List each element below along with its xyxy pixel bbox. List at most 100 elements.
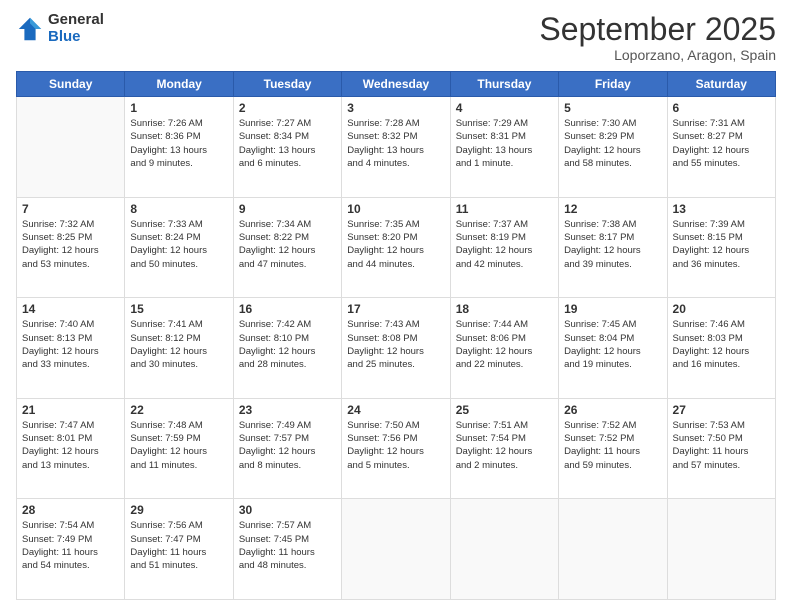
- day-number: 7: [22, 202, 119, 216]
- calendar-cell: 29 Sunrise: 7:56 AMSunset: 7:47 PMDayligh…: [125, 499, 233, 600]
- calendar-cell: 24 Sunrise: 7:50 AMSunset: 7:56 PMDayligh…: [342, 398, 450, 499]
- day-info: Sunrise: 7:45 AMSunset: 8:04 PMDaylight:…: [564, 318, 661, 371]
- day-info: Sunrise: 7:54 AMSunset: 7:49 PMDaylight:…: [22, 519, 119, 572]
- weekday-header-saturday: Saturday: [667, 72, 775, 97]
- weekday-header-wednesday: Wednesday: [342, 72, 450, 97]
- calendar-cell: [450, 499, 558, 600]
- calendar-cell: 12 Sunrise: 7:38 AMSunset: 8:17 PMDayligh…: [559, 197, 667, 298]
- day-info: Sunrise: 7:49 AMSunset: 7:57 PMDaylight:…: [239, 419, 336, 472]
- calendar-cell: 26Sunrise: 7:52 AMSunset: 7:52 PMDayligh…: [559, 398, 667, 499]
- day-info: Sunrise: 7:32 AMSunset: 8:25 PMDaylight:…: [22, 218, 119, 271]
- calendar-cell: 5 Sunrise: 7:30 AMSunset: 8:29 PMDaylight…: [559, 97, 667, 198]
- calendar-cell: 13 Sunrise: 7:39 AMSunset: 8:15 PMDayligh…: [667, 197, 775, 298]
- calendar-cell: 28 Sunrise: 7:54 AMSunset: 7:49 PMDayligh…: [17, 499, 125, 600]
- day-info: Sunrise: 7:52 AMSunset: 7:52 PMDaylight:…: [564, 419, 661, 472]
- day-number: 14: [22, 302, 119, 316]
- day-number: 29: [130, 503, 227, 517]
- day-number: 12: [564, 202, 661, 216]
- calendar-cell: 4 Sunrise: 7:29 AMSunset: 8:31 PMDaylight…: [450, 97, 558, 198]
- calendar-cell: 17Sunrise: 7:43 AMSunset: 8:08 PMDayligh…: [342, 298, 450, 399]
- calendar-cell: 27Sunrise: 7:53 AMSunset: 7:50 PMDayligh…: [667, 398, 775, 499]
- day-info: Sunrise: 7:42 AMSunset: 8:10 PMDaylight:…: [239, 318, 336, 371]
- day-info: Sunrise: 7:34 AMSunset: 8:22 PMDaylight:…: [239, 218, 336, 271]
- day-info: Sunrise: 7:27 AMSunset: 8:34 PMDaylight:…: [239, 117, 336, 170]
- weekday-header-monday: Monday: [125, 72, 233, 97]
- day-number: 13: [673, 202, 770, 216]
- day-info: Sunrise: 7:48 AMSunset: 7:59 PMDaylight:…: [130, 419, 227, 472]
- day-number: 24: [347, 403, 444, 417]
- day-number: 4: [456, 101, 553, 115]
- day-number: 2: [239, 101, 336, 115]
- calendar-cell: [667, 499, 775, 600]
- logo-icon: [16, 15, 44, 43]
- day-info: Sunrise: 7:57 AMSunset: 7:45 PMDaylight:…: [239, 519, 336, 572]
- calendar-cell: 3 Sunrise: 7:28 AMSunset: 8:32 PMDaylight…: [342, 97, 450, 198]
- calendar-cell: [342, 499, 450, 600]
- page: General Blue September 2025 Loporzano, A…: [0, 0, 792, 612]
- calendar-cell: [17, 97, 125, 198]
- day-info: Sunrise: 7:31 AMSunset: 8:27 PMDaylight:…: [673, 117, 770, 170]
- day-number: 21: [22, 403, 119, 417]
- calendar-cell: 2 Sunrise: 7:27 AMSunset: 8:34 PMDaylight…: [233, 97, 341, 198]
- day-info: Sunrise: 7:35 AMSunset: 8:20 PMDaylight:…: [347, 218, 444, 271]
- calendar-cell: 9 Sunrise: 7:34 AMSunset: 8:22 PMDaylight…: [233, 197, 341, 298]
- weekday-header-sunday: Sunday: [17, 72, 125, 97]
- calendar-cell: 16 Sunrise: 7:42 AMSunset: 8:10 PMDayligh…: [233, 298, 341, 399]
- day-number: 25: [456, 403, 553, 417]
- day-info: Sunrise: 7:47 AMSunset: 8:01 PMDaylight:…: [22, 419, 119, 472]
- calendar-week-row: 21 Sunrise: 7:47 AMSunset: 8:01 PMDayligh…: [17, 398, 776, 499]
- day-number: 3: [347, 101, 444, 115]
- calendar-cell: 25 Sunrise: 7:51 AMSunset: 7:54 PMDayligh…: [450, 398, 558, 499]
- calendar-week-row: 7 Sunrise: 7:32 AMSunset: 8:25 PMDaylight…: [17, 197, 776, 298]
- day-number: 16: [239, 302, 336, 316]
- weekday-header-thursday: Thursday: [450, 72, 558, 97]
- day-info: Sunrise: 7:53 AMSunset: 7:50 PMDaylight:…: [673, 419, 770, 472]
- day-info: Sunrise: 7:29 AMSunset: 8:31 PMDaylight:…: [456, 117, 553, 170]
- calendar-cell: 30Sunrise: 7:57 AMSunset: 7:45 PMDayligh…: [233, 499, 341, 600]
- day-info: Sunrise: 7:56 AMSunset: 7:47 PMDaylight:…: [130, 519, 227, 572]
- calendar-cell: 1 Sunrise: 7:26 AMSunset: 8:36 PMDaylight…: [125, 97, 233, 198]
- calendar-cell: 21 Sunrise: 7:47 AMSunset: 8:01 PMDayligh…: [17, 398, 125, 499]
- day-number: 1: [130, 101, 227, 115]
- calendar: SundayMondayTuesdayWednesdayThursdayFrid…: [16, 71, 776, 600]
- calendar-cell: 8 Sunrise: 7:33 AMSunset: 8:24 PMDaylight…: [125, 197, 233, 298]
- calendar-cell: 11Sunrise: 7:37 AMSunset: 8:19 PMDayligh…: [450, 197, 558, 298]
- day-info: Sunrise: 7:37 AMSunset: 8:19 PMDaylight:…: [456, 218, 553, 271]
- day-number: 17: [347, 302, 444, 316]
- logo: General Blue: [16, 12, 104, 45]
- day-info: Sunrise: 7:38 AMSunset: 8:17 PMDaylight:…: [564, 218, 661, 271]
- day-number: 15: [130, 302, 227, 316]
- day-number: 20: [673, 302, 770, 316]
- logo-text: General Blue: [48, 12, 104, 45]
- day-number: 19: [564, 302, 661, 316]
- calendar-cell: 6 Sunrise: 7:31 AMSunset: 8:27 PMDaylight…: [667, 97, 775, 198]
- day-number: 5: [564, 101, 661, 115]
- calendar-week-row: 1 Sunrise: 7:26 AMSunset: 8:36 PMDaylight…: [17, 97, 776, 198]
- day-info: Sunrise: 7:50 AMSunset: 7:56 PMDaylight:…: [347, 419, 444, 472]
- day-number: 8: [130, 202, 227, 216]
- calendar-cell: 19 Sunrise: 7:45 AMSunset: 8:04 PMDayligh…: [559, 298, 667, 399]
- day-info: Sunrise: 7:39 AMSunset: 8:15 PMDaylight:…: [673, 218, 770, 271]
- calendar-cell: [559, 499, 667, 600]
- day-number: 28: [22, 503, 119, 517]
- month-title: September 2025: [539, 12, 776, 47]
- calendar-cell: 18Sunrise: 7:44 AMSunset: 8:06 PMDayligh…: [450, 298, 558, 399]
- day-number: 10: [347, 202, 444, 216]
- day-number: 9: [239, 202, 336, 216]
- day-info: Sunrise: 7:28 AMSunset: 8:32 PMDaylight:…: [347, 117, 444, 170]
- day-info: Sunrise: 7:26 AMSunset: 8:36 PMDaylight:…: [130, 117, 227, 170]
- calendar-cell: 23Sunrise: 7:49 AMSunset: 7:57 PMDayligh…: [233, 398, 341, 499]
- day-info: Sunrise: 7:51 AMSunset: 7:54 PMDaylight:…: [456, 419, 553, 472]
- calendar-cell: 7 Sunrise: 7:32 AMSunset: 8:25 PMDaylight…: [17, 197, 125, 298]
- day-info: Sunrise: 7:44 AMSunset: 8:06 PMDaylight:…: [456, 318, 553, 371]
- day-info: Sunrise: 7:33 AMSunset: 8:24 PMDaylight:…: [130, 218, 227, 271]
- weekday-header-friday: Friday: [559, 72, 667, 97]
- day-number: 6: [673, 101, 770, 115]
- day-info: Sunrise: 7:30 AMSunset: 8:29 PMDaylight:…: [564, 117, 661, 170]
- calendar-cell: 15Sunrise: 7:41 AMSunset: 8:12 PMDayligh…: [125, 298, 233, 399]
- calendar-week-row: 28 Sunrise: 7:54 AMSunset: 7:49 PMDayligh…: [17, 499, 776, 600]
- day-info: Sunrise: 7:40 AMSunset: 8:13 PMDaylight:…: [22, 318, 119, 371]
- location: Loporzano, Aragon, Spain: [539, 47, 776, 63]
- day-number: 22: [130, 403, 227, 417]
- header: General Blue September 2025 Loporzano, A…: [16, 12, 776, 63]
